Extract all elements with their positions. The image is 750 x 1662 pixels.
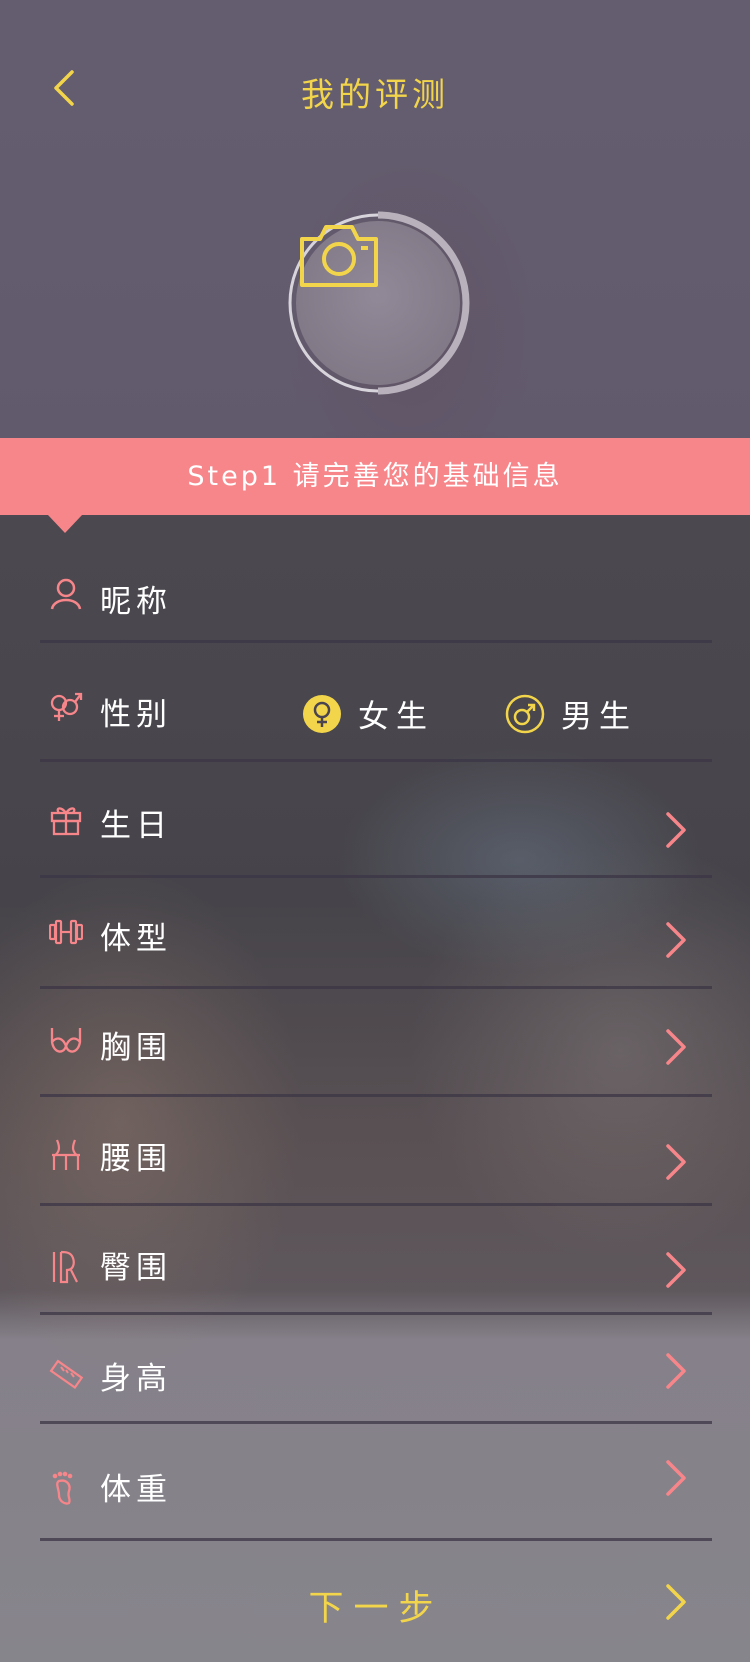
gender-male-option[interactable]: 男生 bbox=[505, 691, 637, 736]
waist-label: 腰围 bbox=[100, 1141, 172, 1177]
gender-icon bbox=[50, 692, 83, 721]
gift-icon bbox=[50, 807, 82, 836]
chevron-right-icon bbox=[666, 1584, 686, 1620]
birthday-row[interactable]: 生日 bbox=[40, 762, 712, 878]
bust-label: 胸围 bbox=[100, 1030, 172, 1066]
chevron-right-icon bbox=[666, 922, 686, 958]
chevron-right-icon bbox=[666, 1144, 686, 1180]
weight-row[interactable]: 体重 bbox=[40, 1424, 712, 1541]
height-label: 身高 bbox=[100, 1361, 172, 1397]
camera-icon bbox=[300, 225, 378, 287]
male-icon bbox=[505, 694, 545, 733]
hip-row[interactable]: 臀围 bbox=[40, 1206, 712, 1315]
user-icon bbox=[50, 578, 82, 610]
page-title: 我的评测 bbox=[301, 75, 449, 114]
gender-female-label: 女生 bbox=[358, 699, 434, 735]
gender-female-option[interactable]: 女生 bbox=[302, 691, 434, 736]
bust-row[interactable]: 胸围 bbox=[40, 989, 712, 1097]
next-step-label: 下一步 bbox=[308, 1589, 444, 1629]
gender-label: 性别 bbox=[100, 697, 172, 733]
next-step-button[interactable]: 下一步 bbox=[40, 1560, 712, 1644]
waist-row[interactable]: 腰围 bbox=[40, 1097, 712, 1206]
dumbbell-icon bbox=[49, 919, 83, 945]
step-pointer bbox=[48, 515, 82, 533]
chevron-right-icon bbox=[666, 812, 686, 848]
chevron-right-icon bbox=[666, 1460, 686, 1496]
camera-button[interactable] bbox=[296, 221, 460, 385]
waist-icon bbox=[52, 1139, 80, 1170]
gender-male-label: 男生 bbox=[561, 699, 637, 735]
female-icon bbox=[303, 694, 341, 733]
step-banner: Step1 请完善您的基础信息 bbox=[0, 438, 750, 515]
chevron-right-icon bbox=[666, 1029, 686, 1065]
avatar-upload[interactable] bbox=[285, 210, 471, 396]
birthday-label: 生日 bbox=[100, 808, 172, 844]
hip-icon bbox=[52, 1250, 78, 1284]
hip-label: 臀围 bbox=[100, 1250, 172, 1286]
chevron-right-icon bbox=[666, 1252, 686, 1288]
nickname-label: 昵称 bbox=[100, 584, 172, 620]
footprint-icon bbox=[52, 1471, 73, 1505]
weight-label: 体重 bbox=[100, 1472, 172, 1508]
bra-icon bbox=[50, 1028, 82, 1053]
body-type-row[interactable]: 体型 bbox=[40, 878, 712, 989]
height-row[interactable]: 身高 bbox=[40, 1315, 712, 1424]
body-type-label: 体型 bbox=[100, 921, 172, 957]
nickname-row[interactable]: 昵称 bbox=[40, 560, 712, 643]
gender-row: 性别 女生 男生 bbox=[40, 643, 712, 762]
chevron-right-icon bbox=[666, 1353, 686, 1389]
ruler-icon bbox=[49, 1359, 83, 1390]
